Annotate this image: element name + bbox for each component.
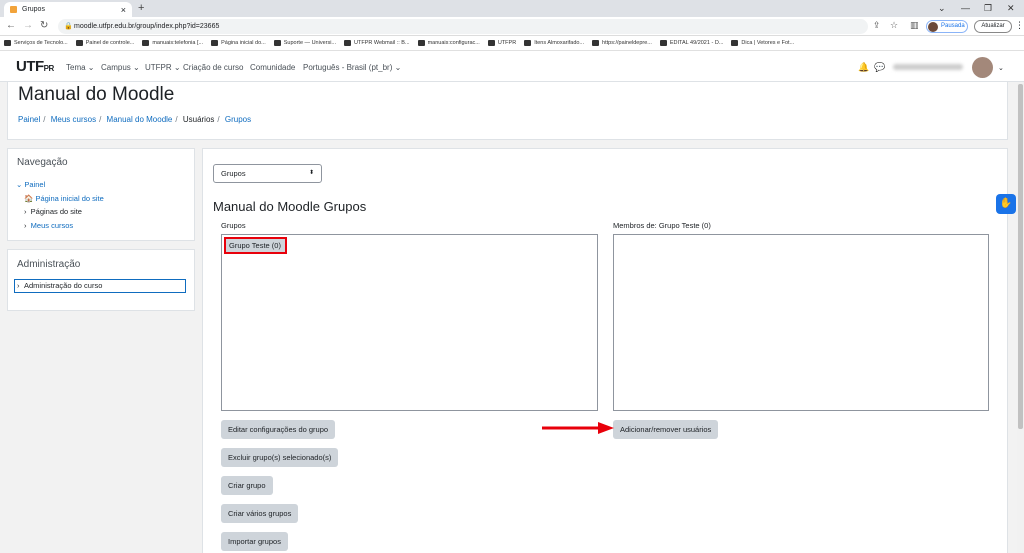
breadcrumb-usuarios: Usuários <box>182 115 215 124</box>
delete-selected-groups-button[interactable]: Excluir grupo(s) selecionado(s) <box>221 448 339 467</box>
lock-icon: 🔒 <box>64 23 73 30</box>
profile-label: Pausada <box>941 23 965 29</box>
bookmark-favicon-icon <box>592 40 600 46</box>
edit-group-settings-button[interactable]: Editar configurações do grupo <box>221 420 336 439</box>
breadcrumb-grupos[interactable]: Grupos <box>225 115 251 124</box>
new-tab-icon[interactable]: + <box>138 2 144 14</box>
bookmark-favicon-icon <box>524 40 532 46</box>
messages-icon[interactable]: 💬 <box>874 62 885 73</box>
groups-label: Grupos <box>221 221 246 230</box>
groups-view-select[interactable]: Grupos ⬍ <box>213 164 322 183</box>
browser-tab[interactable]: Grupos × <box>4 2 132 17</box>
add-remove-users-button[interactable]: Adicionar/remover usuários <box>613 420 719 439</box>
group-option-grupo-teste[interactable]: Grupo Teste (0) <box>224 237 287 254</box>
nav-utfpr[interactable]: UTFPR ⌄ <box>145 63 181 72</box>
import-groups-button[interactable]: Importar grupos <box>221 532 288 551</box>
bookmarks-bar: Serviços de Tecnolo... Painel de controle… <box>0 36 1024 51</box>
bookmark-favicon-icon <box>487 40 495 46</box>
nav-painel-link[interactable]: ⌄ Painel <box>16 180 45 189</box>
share-icon[interactable]: ⇪ <box>873 20 881 31</box>
browser-tab-strip <box>0 0 1024 17</box>
bookmark-item[interactable]: manuais:configurac... <box>417 40 480 46</box>
bookmark-item[interactable]: Suporte — Universi... <box>273 40 336 46</box>
red-arrow-icon <box>542 422 614 434</box>
bookmark-item[interactable]: https://paineldepre... <box>592 40 652 46</box>
bookmark-favicon-icon <box>731 40 739 46</box>
breadcrumb-painel[interactable]: Painel <box>18 115 40 124</box>
course-administration-item[interactable]: › Administração do curso <box>14 279 186 293</box>
url-text: moodle.utfpr.edu.br/group/index.php?id=2… <box>74 23 220 30</box>
moodle-favicon-icon <box>10 6 17 13</box>
page-title: Manual do Moodle <box>18 84 175 105</box>
forward-icon[interactable]: → <box>23 20 33 31</box>
administration-block-title: Administração <box>17 259 81 270</box>
chevron-right-icon: › <box>24 221 31 230</box>
chevron-right-icon: › <box>24 207 31 216</box>
user-name-blurred <box>893 64 963 70</box>
bookmark-favicon-icon <box>142 40 150 46</box>
bookmark-item[interactable]: UTFPR <box>487 40 516 46</box>
nav-language[interactable]: Português - Brasil (pt_br) ⌄ <box>303 63 401 72</box>
bookmark-star-icon[interactable]: ☆ <box>890 20 898 31</box>
select-caret-icon: ⬍ <box>308 170 314 176</box>
home-icon: 🏠 <box>24 194 36 203</box>
breadcrumb-course[interactable]: Manual do Moodle <box>107 115 173 124</box>
window-close-icon[interactable]: ✕ <box>1007 3 1015 14</box>
update-button[interactable]: Atualizar <box>974 20 1012 33</box>
nav-site-pages[interactable]: › Páginas do site <box>24 207 82 216</box>
notifications-icon[interactable]: 🔔 <box>858 62 869 73</box>
close-tab-icon[interactable]: × <box>121 5 126 15</box>
navigation-block-title: Navegação <box>17 157 68 168</box>
bookmark-item[interactable]: EDITAL 49/2021 - D... <box>659 40 723 46</box>
bookmark-favicon-icon <box>659 40 667 46</box>
bookmark-item[interactable]: Painel de controle... <box>75 40 134 46</box>
tab-title: Grupos <box>22 6 45 13</box>
bookmark-item[interactable]: Serviços de Tecnolo... <box>4 40 68 46</box>
nav-tema[interactable]: Tema ⌄ <box>66 63 95 72</box>
address-bar[interactable]: 🔒 moodle.utfpr.edu.br/group/index.php?id… <box>58 19 868 34</box>
profile-avatar <box>928 22 938 32</box>
members-listbox[interactable] <box>613 234 989 411</box>
side-panel-icon[interactable]: ▥ <box>910 20 919 31</box>
members-label: Membros de: Grupo Teste (0) <box>613 221 711 230</box>
breadcrumb-meus-cursos[interactable]: Meus cursos <box>51 115 96 124</box>
browser-menu-icon[interactable]: ⋮ <box>1015 20 1024 31</box>
bookmark-item[interactable]: Dica | Vetores e Fot... <box>731 40 794 46</box>
nav-criacao-de-curso[interactable]: Criação de curso <box>183 63 243 72</box>
create-multiple-groups-button[interactable]: Criar vários grupos <box>221 504 299 523</box>
minimize-icon[interactable]: — <box>961 3 970 13</box>
bookmark-favicon-icon <box>417 40 425 46</box>
bookmark-favicon-icon <box>273 40 281 46</box>
utfpr-logo[interactable]: UTFPR <box>16 58 54 75</box>
restore-icon[interactable]: ❐ <box>984 3 992 14</box>
bookmark-favicon-icon <box>75 40 83 46</box>
profile-button[interactable]: Pausada <box>926 20 968 33</box>
create-group-button[interactable]: Criar grupo <box>221 476 273 495</box>
bookmark-favicon-icon <box>211 40 219 46</box>
user-avatar[interactable] <box>972 57 993 78</box>
nav-home-link[interactable]: 🏠 Página inicial do site <box>24 194 104 203</box>
bookmark-item[interactable]: Página inicial do... <box>211 40 266 46</box>
bookmark-favicon-icon <box>4 40 11 46</box>
chevron-right-icon: › <box>17 281 20 290</box>
accessibility-help-icon[interactable]: ✋ <box>996 194 1016 214</box>
bookmark-favicon-icon <box>344 40 352 46</box>
tab-search-icon[interactable]: ⌄ <box>938 3 946 14</box>
bookmark-item[interactable]: Itens Almoxarifado... <box>524 40 584 46</box>
user-menu-chevron-icon[interactable]: ⌄ <box>998 64 1004 72</box>
nav-campus[interactable]: Campus ⌄ <box>101 63 140 72</box>
groups-listbox[interactable] <box>221 234 598 411</box>
groups-heading: Manual do Moodle Grupos <box>213 199 367 214</box>
breadcrumb: Painel / Meus cursos / Manual do Moodle / U… <box>18 115 252 124</box>
nav-comunidade[interactable]: Comunidade <box>250 63 295 72</box>
back-icon[interactable]: ← <box>6 20 16 31</box>
scrollbar-thumb[interactable] <box>1018 84 1023 429</box>
bookmark-item[interactable]: UTFPR Webmail :: B... <box>344 40 410 46</box>
reload-icon[interactable]: ↻ <box>40 20 48 31</box>
nav-my-courses[interactable]: › Meus cursos <box>24 221 73 230</box>
bookmark-item[interactable]: manuais:telefonia [... <box>142 40 203 46</box>
